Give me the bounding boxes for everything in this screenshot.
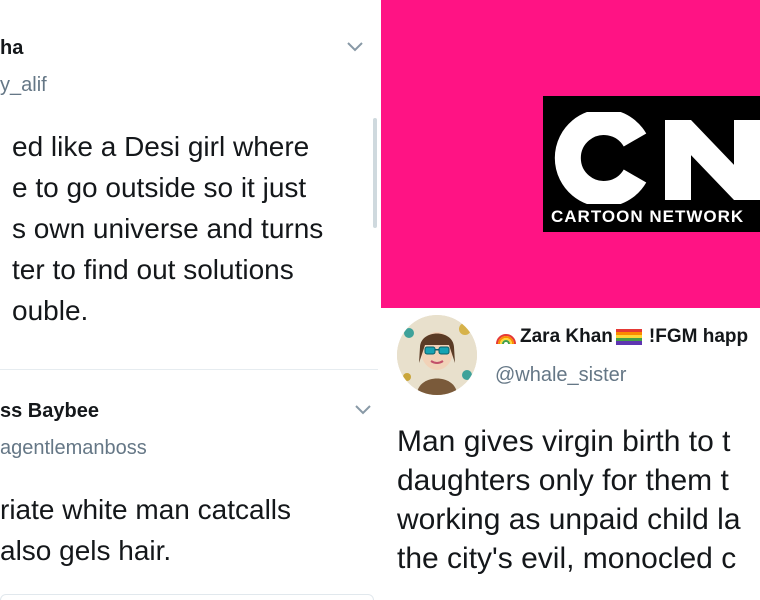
author-handle[interactable]: y_alif <box>0 74 47 97</box>
tweet-text-line: also gels hair. <box>0 535 172 566</box>
scrollbar[interactable] <box>373 118 377 228</box>
tweet-text-line: Man gives virgin birth to t <box>397 425 731 458</box>
quoted-card-edge <box>0 594 374 600</box>
tweet-text-line: ed like a Desi girl where <box>12 131 310 162</box>
author-name-suffix: !FGM happ <box>648 326 749 347</box>
chevron-down-icon[interactable] <box>354 404 372 416</box>
tweet-text-line: ter to find out solutions <box>12 254 294 285</box>
cartoon-network-banner-image: CARTOON NETWORK <box>381 0 760 308</box>
right-screenshot-panel: CARTOON NETWORK Zara Khan !FGM happ @wha… <box>381 0 760 600</box>
author-handle[interactable]: @whale_sister <box>495 364 626 387</box>
author-name[interactable]: ha <box>0 37 23 60</box>
rainbow-emoji-icon <box>496 333 516 345</box>
avatar[interactable] <box>397 315 477 395</box>
left-screenshot-panel: ha y_alif ed like a Desi girl where e to… <box>0 0 378 600</box>
tweet-text-line: ouble. <box>12 295 89 326</box>
author-name[interactable]: ss Baybee <box>0 400 99 423</box>
tweet-text-line: riate white man catcalls <box>0 494 292 525</box>
author-name[interactable]: Zara Khan !FGM happ <box>495 326 748 348</box>
tweet-text-line: the city's evil, monocled c <box>397 542 737 575</box>
chevron-down-icon[interactable] <box>346 41 364 53</box>
tweet-text-line: e to go outside so it just <box>12 172 307 203</box>
cartoon-network-wordmark: CARTOON NETWORK <box>551 207 745 226</box>
tweet-text-line: s own universe and turns <box>12 213 324 244</box>
tweet-1: ha y_alif ed like a Desi girl where e to… <box>0 0 378 370</box>
tweet-text-line: working as unpaid child la <box>397 503 741 536</box>
cn-logo-letters <box>554 112 760 204</box>
author-name-text: Zara Khan <box>520 326 613 347</box>
author-handle[interactable]: agentlemanboss <box>0 437 147 460</box>
rainbow-flag-icon <box>615 328 642 345</box>
tweet-text-line: daughters only for them t <box>397 464 729 497</box>
tweet-2: ss Baybee agentlemanboss riate white man… <box>0 370 378 600</box>
